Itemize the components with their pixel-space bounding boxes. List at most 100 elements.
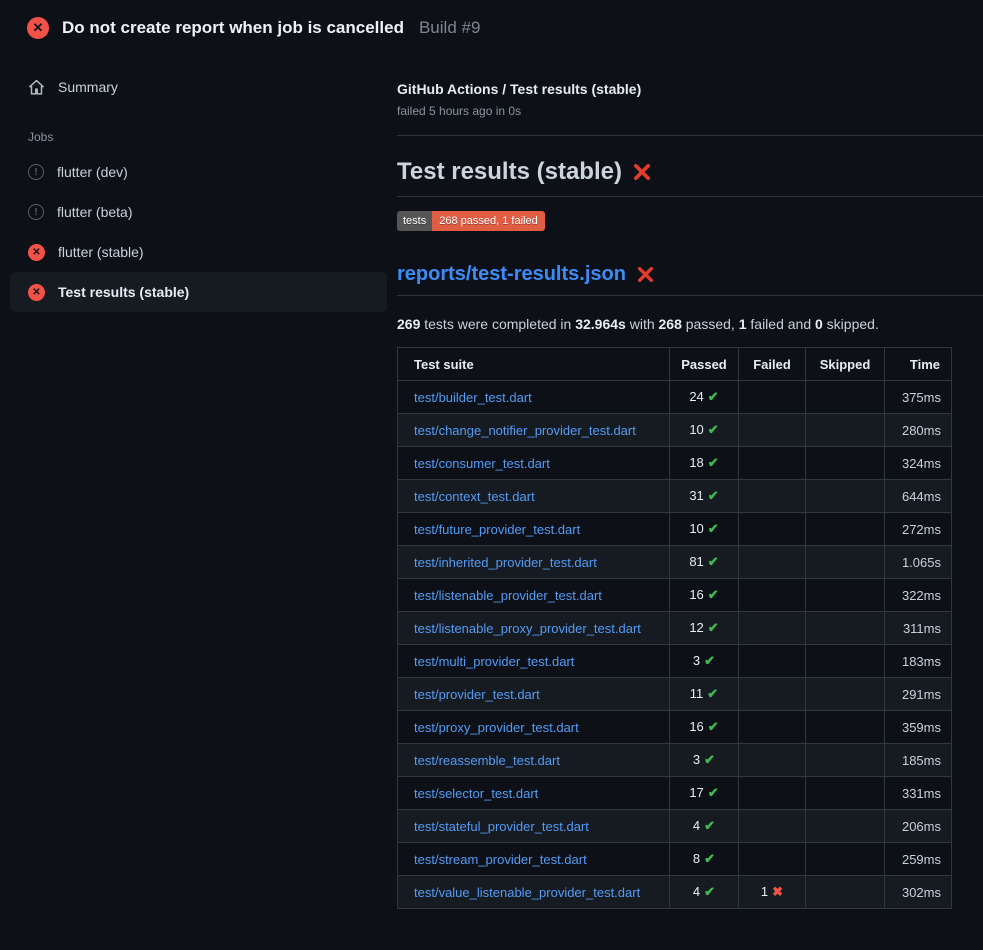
skipped-cell: [806, 480, 885, 513]
failed-cell: [739, 645, 806, 678]
summary-number: 0: [815, 316, 823, 332]
table-row: test/proxy_provider_test.dart16✔359ms: [398, 711, 952, 744]
summary-number: 1: [739, 316, 747, 332]
test-suite-link[interactable]: test/selector_test.dart: [414, 786, 538, 801]
breadcrumb: GitHub Actions / Test results (stable): [397, 81, 983, 97]
report-file-link[interactable]: reports/test-results.json: [397, 263, 626, 286]
sidebar-item-summary[interactable]: Summary: [10, 67, 387, 107]
failed-cell: [739, 447, 806, 480]
skipped-cell: [806, 579, 885, 612]
check-icon: ✔: [704, 851, 715, 866]
failed-cell: [739, 744, 806, 777]
test-suite-link[interactable]: test/reassemble_test.dart: [414, 753, 560, 768]
divider: [397, 295, 983, 296]
page-title: Do not create report when job is cancell…: [62, 18, 404, 38]
skipped-cell: [806, 513, 885, 546]
failed-cell: [739, 612, 806, 645]
table-row: test/change_notifier_provider_test.dart 1…: [398, 414, 952, 447]
count-value: 10: [689, 422, 703, 437]
count-value: 3: [693, 752, 700, 767]
test-summary-sentence: 269 tests were completed in 32.964s with…: [397, 316, 983, 332]
sidebar-job-item[interactable]: !flutter (dev): [10, 152, 387, 192]
sidebar: Summary Jobs !flutter (dev)!flutter (bet…: [0, 51, 397, 312]
table-row: test/listenable_proxy_provider_test.dart…: [398, 612, 952, 645]
x-circle-icon: ✕: [27, 17, 49, 39]
job-label: flutter (beta): [57, 204, 132, 220]
test-suite-link[interactable]: test/provider_test.dart: [414, 687, 540, 702]
exclamation-circle-icon: !: [28, 204, 44, 220]
time-cell: 1.065s: [885, 546, 952, 579]
test-suite-link[interactable]: test/proxy_provider_test.dart: [414, 720, 579, 735]
check-icon: ✔: [707, 686, 718, 701]
table-header-row: Test suite Passed Failed Skipped Time: [398, 348, 952, 381]
skipped-cell: [806, 810, 885, 843]
count-value: 3: [693, 653, 700, 668]
passed-cell: 81✔: [670, 546, 739, 579]
table-row: test/reassemble_test.dart 3 ✔ 185ms: [398, 744, 952, 777]
x-icon: ✖: [772, 884, 783, 899]
check-icon: ✔: [704, 752, 715, 767]
check-icon: ✔: [708, 521, 719, 536]
time-cell: 291ms: [885, 678, 952, 711]
test-suite-link[interactable]: test/listenable_proxy_provider_test.dart: [414, 621, 641, 636]
passed-cell: 4✔: [670, 876, 739, 909]
test-suite-link[interactable]: test/value_listenable_provider_test.dart: [414, 885, 640, 900]
skipped-cell: [806, 711, 885, 744]
tests-status-badge: tests 268 passed, 1 failed: [397, 211, 545, 231]
failed-cell: [739, 810, 806, 843]
time-cell: 302ms: [885, 876, 952, 909]
check-icon: ✔: [704, 653, 715, 668]
skipped-cell: [806, 645, 885, 678]
skipped-cell: [806, 678, 885, 711]
test-suite-link[interactable]: test/stateful_provider_test.dart: [414, 819, 589, 834]
summary-text: passed,: [682, 316, 739, 332]
test-suite-link[interactable]: test/stream_provider_test.dart: [414, 852, 587, 867]
test-suite-link[interactable]: test/context_test.dart: [414, 489, 535, 504]
table-row: test/listenable_provider_test.dart16✔322…: [398, 579, 952, 612]
passed-cell: 17✔: [670, 777, 739, 810]
table-row: test/inherited_provider_test.dart 81✔ 1.06…: [398, 546, 952, 579]
time-cell: 185ms: [885, 744, 952, 777]
col-header-failed: Failed: [739, 348, 806, 381]
skipped-cell: [806, 381, 885, 414]
summary-text: with: [626, 316, 659, 332]
check-icon: ✔: [708, 587, 719, 602]
test-suite-link[interactable]: test/listenable_provider_test.dart: [414, 588, 602, 603]
table-row: test/builder_test.dart24✔375ms: [398, 381, 952, 414]
skipped-cell: [806, 876, 885, 909]
check-icon: ✔: [708, 455, 719, 470]
count-value: 81: [689, 554, 703, 569]
test-suite-link[interactable]: test/consumer_test.dart: [414, 456, 550, 471]
sidebar-summary-label: Summary: [58, 79, 118, 95]
col-header-passed: Passed: [670, 348, 739, 381]
test-suite-link[interactable]: test/future_provider_test.dart: [414, 522, 580, 537]
build-header: ✕ Do not create report when job is cance…: [0, 0, 983, 51]
table-row: test/stateful_provider_test.dart4✔206ms: [398, 810, 952, 843]
x-circle-icon: ✕: [28, 284, 45, 301]
failed-cell: [739, 777, 806, 810]
sidebar-job-item[interactable]: ! flutter (beta): [10, 192, 387, 232]
table-row: test/consumer_test.dart18✔324ms: [398, 447, 952, 480]
test-results-table: Test suite Passed Failed Skipped Time te…: [397, 347, 952, 909]
sidebar-job-item[interactable]: ✕flutter (stable): [10, 232, 387, 272]
count-value: 31: [689, 488, 703, 503]
count-value: 11: [690, 686, 704, 701]
table-row: test/stream_provider_test.dart8✔259ms: [398, 843, 952, 876]
report-file-heading[interactable]: reports/test-results.json: [397, 263, 983, 286]
failed-x-icon: [637, 266, 654, 283]
count-value: 1: [761, 884, 768, 899]
sidebar-job-item[interactable]: ✕ Test results (stable): [10, 272, 387, 312]
skipped-cell: [806, 414, 885, 447]
count-value: 16: [689, 719, 703, 734]
table-row: test/future_provider_test.dart10✔272ms: [398, 513, 952, 546]
test-suite-link[interactable]: test/builder_test.dart: [414, 390, 532, 405]
divider: [397, 196, 983, 197]
job-label: Test results (stable): [58, 284, 189, 300]
count-value: 24: [689, 389, 703, 404]
test-suite-link[interactable]: test/multi_provider_test.dart: [414, 654, 574, 669]
time-cell: 359ms: [885, 711, 952, 744]
count-value: 10: [689, 521, 703, 536]
test-suite-link[interactable]: test/change_notifier_provider_test.dart: [414, 423, 636, 438]
passed-cell: 11✔: [670, 678, 739, 711]
test-suite-link[interactable]: test/inherited_provider_test.dart: [414, 555, 597, 570]
